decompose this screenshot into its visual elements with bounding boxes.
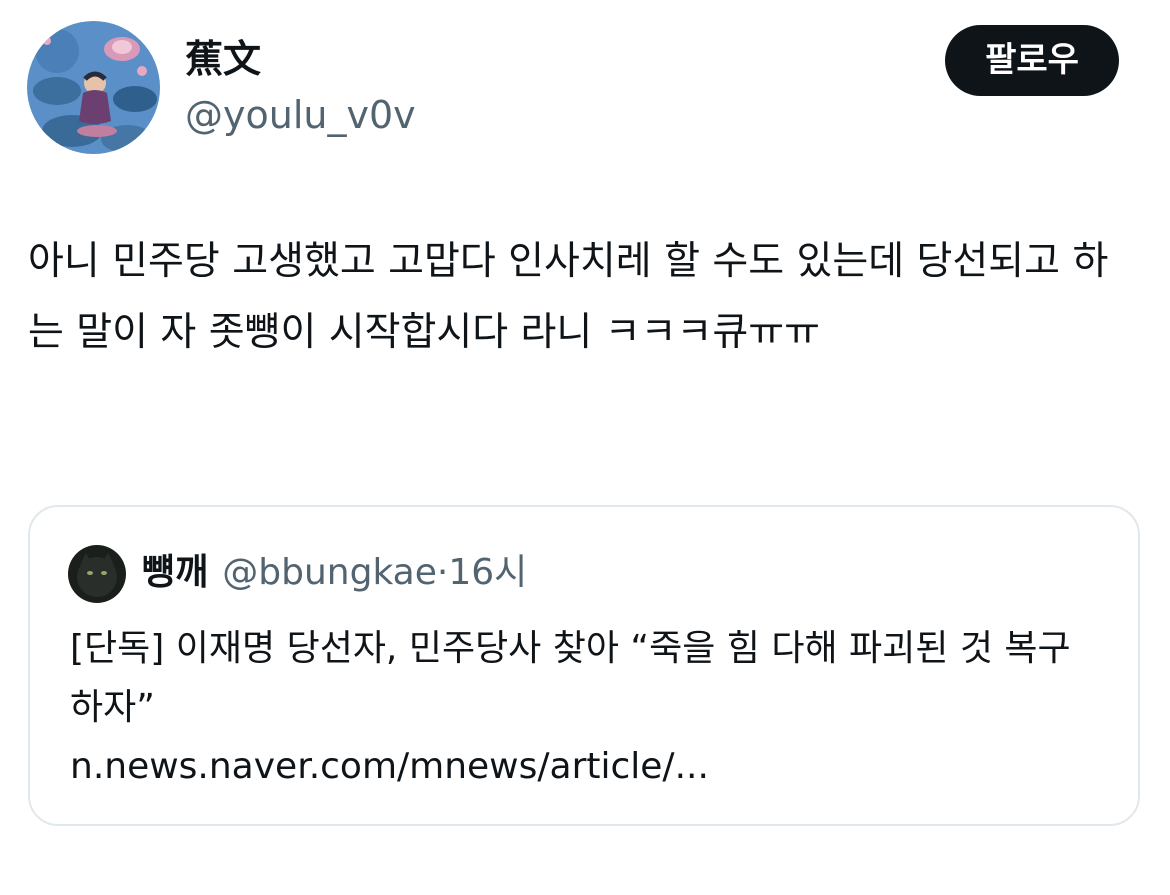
quoted-tweet-text: [단독] 이재명 당선자, 민주당사 찾아 “죽을 힘 다해 파괴된 것 복구하… <box>70 628 1071 728</box>
quoted-tweet-link[interactable]: n.news.naver.com/mnews/article/... <box>70 737 709 796</box>
author-avatar[interactable] <box>27 21 160 154</box>
dark-cat-avatar-illustration <box>68 545 126 603</box>
quoted-timestamp[interactable]: 16시 <box>448 552 527 593</box>
author-display-name[interactable]: 蕉文 <box>185 36 261 82</box>
tweet-text: 아니 민주당 고생했고 고맙다 인사치레 할 수도 있는데 당선되고 하는 말이… <box>28 239 1109 355</box>
quoted-tweet-header: 뻉깨 @bbungkae·16시 <box>142 549 527 597</box>
quoted-tweet-card[interactable]: 뻉깨 @bbungkae·16시 [단독] 이재명 당선자, 민주당사 찾아 “죽… <box>28 505 1140 826</box>
header-separator: · <box>436 552 449 593</box>
quoted-display-name[interactable]: 뻉깨 <box>142 552 208 593</box>
author-handle[interactable]: @youlu_v0v <box>185 92 416 138</box>
lotus-avatar-illustration <box>27 21 160 154</box>
tweet-card: 蕉文 @youlu_v0v 팔로우 아니 민주당 고생했고 고맙다 인사치레 할… <box>0 0 1170 895</box>
quoted-author-avatar[interactable] <box>68 545 126 603</box>
follow-button[interactable]: 팔로우 <box>945 25 1119 96</box>
quoted-handle[interactable]: @bbungkae <box>222 552 437 593</box>
